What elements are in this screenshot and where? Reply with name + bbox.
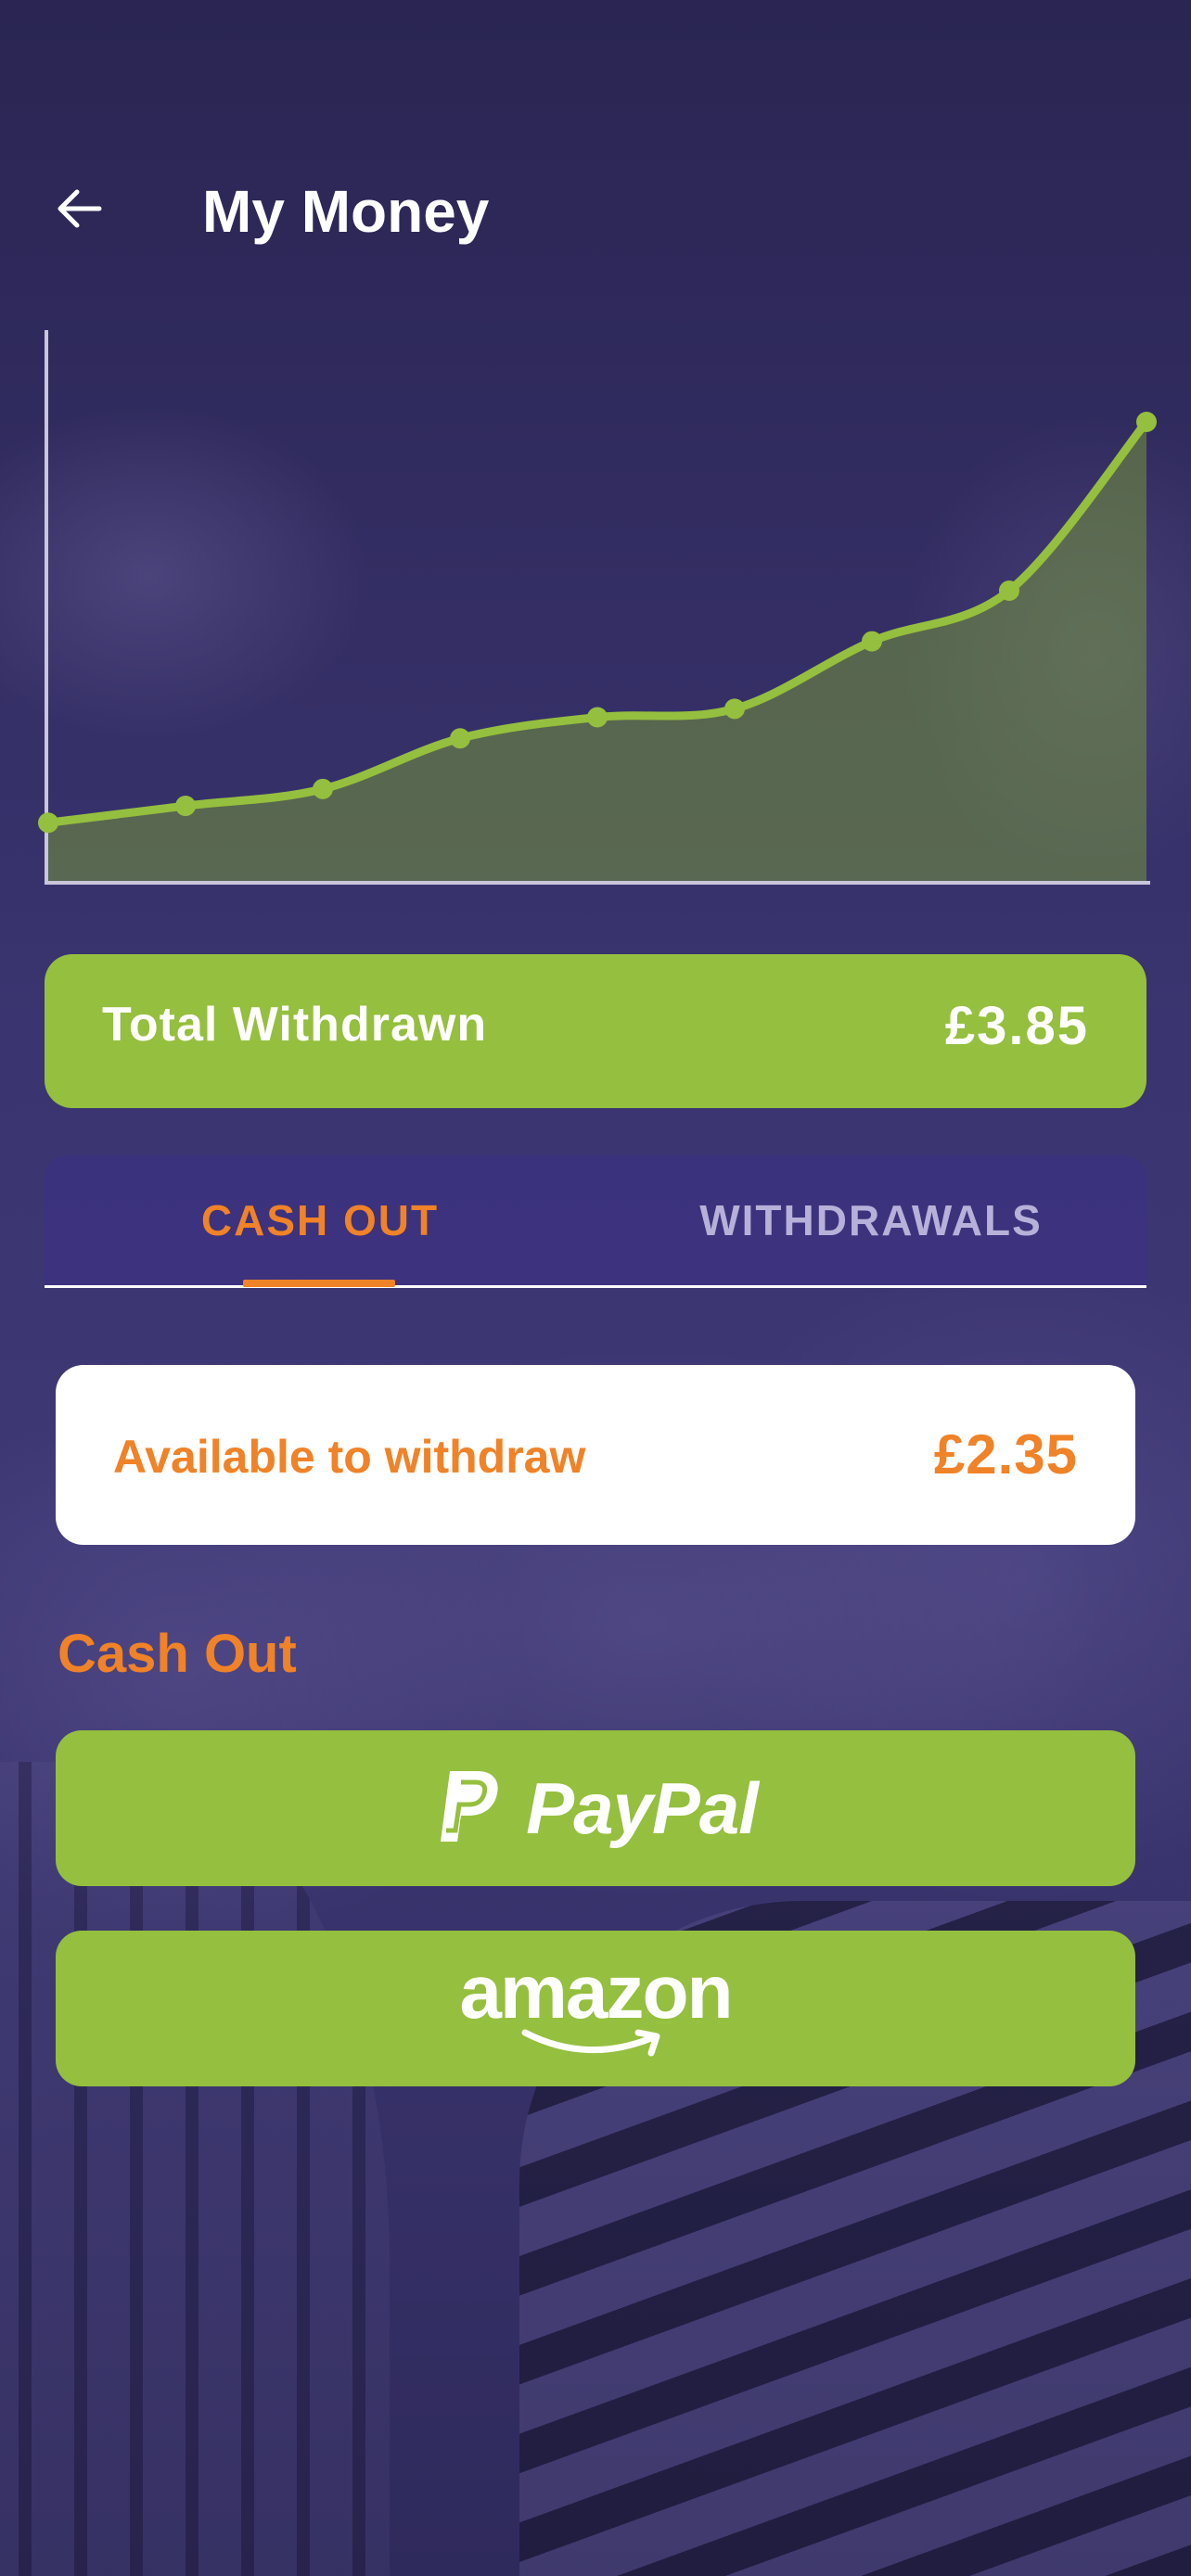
back-arrow-icon xyxy=(58,189,102,228)
amazon-label: amazon xyxy=(459,1950,733,2034)
tab-cash-out[interactable]: CASH OUT xyxy=(45,1155,596,1285)
total-withdrawn-card: Total Withdrawn £3.85 xyxy=(45,954,1146,1108)
chart-area-fill xyxy=(48,422,1146,883)
chart-point-5 xyxy=(587,707,608,728)
amazon-smile-icon xyxy=(521,2029,660,2057)
paypal-logo-icon xyxy=(441,1771,498,1842)
amazon-logo: amazon xyxy=(459,1950,734,2062)
chart-point-2 xyxy=(175,796,196,817)
paypal-button[interactable]: PayPal xyxy=(56,1730,1135,1886)
amazon-button[interactable]: amazon xyxy=(56,1931,1135,2086)
chart-point-3 xyxy=(313,778,333,799)
earnings-chart xyxy=(37,325,1159,899)
chart-point-8 xyxy=(999,580,1019,601)
header: My Money xyxy=(0,167,1191,250)
chart-point-7 xyxy=(862,631,882,652)
paypal-label: PayPal xyxy=(526,1766,759,1849)
chart-point-1 xyxy=(38,812,58,834)
tab-bar: CASH OUT WITHDRAWALS xyxy=(45,1155,1146,1288)
total-withdrawn-value: £3.85 xyxy=(944,996,1089,1056)
available-value: £2.35 xyxy=(933,1423,1078,1486)
active-tab-indicator xyxy=(243,1280,395,1287)
available-card: Available to withdraw £2.35 xyxy=(56,1365,1135,1545)
cash-out-title: Cash Out xyxy=(58,1624,297,1684)
total-withdrawn-label: Total Withdrawn xyxy=(102,998,488,1052)
available-label: Available to withdraw xyxy=(113,1431,586,1483)
chart-point-4 xyxy=(450,728,470,749)
chart-point-6 xyxy=(724,698,745,720)
back-button[interactable] xyxy=(46,176,111,241)
earnings-chart-svg xyxy=(38,330,1157,885)
page-title: My Money xyxy=(202,178,490,245)
tab-withdrawals[interactable]: WITHDRAWALS xyxy=(596,1155,1146,1285)
chart-point-9 xyxy=(1136,412,1157,432)
